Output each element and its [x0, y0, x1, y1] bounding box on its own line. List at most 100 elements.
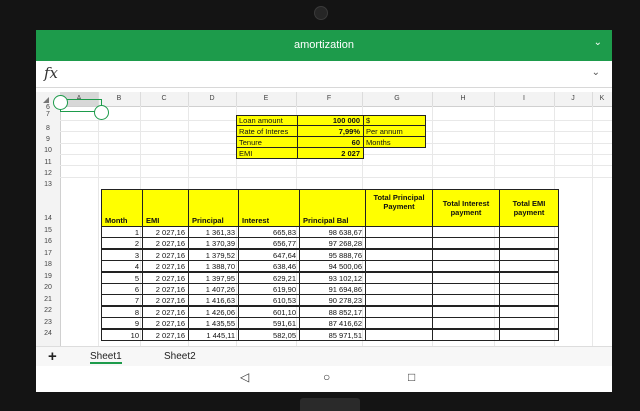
table-cell-bal[interactable]: 85 971,51 — [299, 329, 366, 341]
table-cell-month[interactable]: 4 — [101, 260, 143, 272]
emi-value[interactable]: 2 027 — [297, 147, 364, 159]
column-header-d[interactable]: D — [188, 92, 237, 106]
table-cell-interest[interactable]: 638,46 — [238, 260, 300, 272]
row-header[interactable]: 15 — [36, 226, 60, 236]
column-header-c[interactable]: C — [140, 92, 189, 106]
column-header-g[interactable]: G — [362, 92, 433, 106]
table-cell-empty[interactable] — [432, 317, 500, 329]
formula-bar[interactable]: fx ⌄ — [36, 61, 612, 88]
table-cell-empty[interactable] — [499, 317, 559, 329]
header-total-principal[interactable]: Total Principal Payment — [365, 189, 433, 227]
table-cell-emi[interactable]: 2 027,16 — [142, 329, 189, 341]
header-interest[interactable]: Interest — [238, 189, 300, 227]
tab-sheet1[interactable]: Sheet1 — [90, 351, 122, 364]
function-icon[interactable]: fx — [44, 64, 58, 82]
row-header[interactable]: 8 — [36, 123, 60, 134]
column-header-b[interactable]: B — [98, 92, 141, 106]
table-cell-principal[interactable]: 1 435,55 — [188, 317, 239, 329]
table-cell-emi[interactable]: 2 027,16 — [142, 317, 189, 329]
table-cell-bal[interactable]: 87 416,62 — [299, 317, 366, 329]
header-principal-bal[interactable]: Principal Bal — [299, 189, 366, 227]
table-cell-empty[interactable] — [499, 237, 559, 249]
table-cell-bal[interactable]: 94 500,06 — [299, 260, 366, 272]
table-cell-emi[interactable]: 2 027,16 — [142, 294, 189, 306]
table-cell-empty[interactable] — [365, 294, 433, 306]
table-cell-empty[interactable] — [365, 329, 433, 341]
recent-apps-icon[interactable]: □ — [408, 370, 415, 384]
row-header[interactable]: 18 — [36, 260, 60, 270]
table-cell-principal[interactable]: 1 445,11 — [188, 329, 239, 341]
row-header[interactable]: 19 — [36, 272, 60, 282]
row-header[interactable]: 17 — [36, 249, 60, 259]
table-cell-month[interactable]: 7 — [101, 294, 143, 306]
selection-handle-end[interactable] — [94, 105, 109, 120]
table-cell-interest[interactable]: 591,61 — [238, 317, 300, 329]
title-bar: amortization ⌄ — [36, 30, 612, 61]
column-header-row: A B C D E F G H I J K — [36, 92, 612, 107]
table-cell-empty[interactable] — [432, 294, 500, 306]
table-cell-empty[interactable] — [432, 329, 500, 341]
expand-formula-icon[interactable]: ⌄ — [592, 67, 600, 78]
grid-line — [60, 177, 612, 178]
row-header[interactable]: 11 — [36, 157, 60, 168]
row-header[interactable]: 7 — [36, 111, 60, 119]
table-cell-empty[interactable] — [499, 260, 559, 272]
select-all-icon — [43, 97, 49, 103]
table-cell-principal[interactable]: 1 370,39 — [188, 237, 239, 249]
column-header-i[interactable]: I — [494, 92, 555, 106]
table-cell-principal[interactable]: 1 416,63 — [188, 294, 239, 306]
table-cell-empty[interactable] — [499, 329, 559, 341]
column-header-j[interactable]: J — [554, 92, 593, 106]
table-cell-month[interactable]: 10 — [101, 329, 143, 341]
chevron-down-icon[interactable]: ⌄ — [594, 37, 602, 48]
row-header[interactable]: 20 — [36, 283, 60, 293]
row-header[interactable]: 16 — [36, 237, 60, 247]
column-header-f[interactable]: F — [296, 92, 363, 106]
table-cell-empty[interactable] — [365, 317, 433, 329]
row-header[interactable]: 10 — [36, 145, 60, 156]
table-cell-interest[interactable]: 610,53 — [238, 294, 300, 306]
table-cell-bal[interactable]: 90 278,23 — [299, 294, 366, 306]
row-header[interactable]: 24 — [36, 329, 60, 339]
row-header[interactable]: 23 — [36, 318, 60, 328]
tab-sheet2[interactable]: Sheet2 — [164, 351, 196, 362]
row-header[interactable]: 12 — [36, 168, 60, 179]
camera — [314, 6, 328, 20]
table-cell-month[interactable]: 2 — [101, 237, 143, 249]
home-icon[interactable]: ○ — [323, 370, 330, 384]
column-header-e[interactable]: E — [236, 92, 297, 106]
header-month[interactable]: Month — [101, 189, 143, 227]
grid-line — [60, 165, 612, 166]
header-principal[interactable]: Principal — [188, 189, 239, 227]
header-total-interest[interactable]: Total Interest payment — [432, 189, 500, 227]
tenure-unit[interactable]: Months — [363, 136, 426, 148]
back-icon[interactable]: ◁ — [240, 370, 249, 384]
table-cell-empty[interactable] — [432, 260, 500, 272]
android-nav-bar: ◁ ○ □ — [36, 366, 612, 392]
row-header[interactable]: 21 — [36, 295, 60, 305]
column-header-k[interactable]: K — [592, 92, 612, 106]
table-cell-emi[interactable]: 2 027,16 — [142, 237, 189, 249]
table-cell-bal[interactable]: 97 268,28 — [299, 237, 366, 249]
table-cell-interest[interactable]: 656,77 — [238, 237, 300, 249]
table-cell-principal[interactable]: 1 388,70 — [188, 260, 239, 272]
row-header[interactable]: 22 — [36, 306, 60, 316]
table-cell-month[interactable]: 9 — [101, 317, 143, 329]
selection-handle-start[interactable] — [53, 95, 68, 110]
table-cell-empty[interactable] — [365, 237, 433, 249]
screen: amortization ⌄ fx ⌄ A B C D E F G H I J … — [36, 30, 612, 392]
header-emi[interactable]: EMI — [142, 189, 189, 227]
table-cell-interest[interactable]: 582,05 — [238, 329, 300, 341]
spreadsheet-grid[interactable]: A B C D E F G H I J K 6 7 8 9 10 11 12 1… — [36, 92, 612, 347]
table-cell-empty[interactable] — [499, 294, 559, 306]
table-cell-empty[interactable] — [432, 237, 500, 249]
emi-label[interactable]: EMI — [236, 147, 298, 159]
add-sheet-button[interactable]: + — [48, 348, 57, 365]
row-header[interactable]: 14 — [36, 214, 60, 224]
table-cell-empty[interactable] — [365, 260, 433, 272]
row-header[interactable]: 13 — [36, 179, 60, 191]
header-total-emi[interactable]: Total EMI payment — [499, 189, 559, 227]
row-header[interactable]: 9 — [36, 134, 60, 145]
column-header-h[interactable]: H — [432, 92, 495, 106]
table-cell-emi[interactable]: 2 027,16 — [142, 260, 189, 272]
